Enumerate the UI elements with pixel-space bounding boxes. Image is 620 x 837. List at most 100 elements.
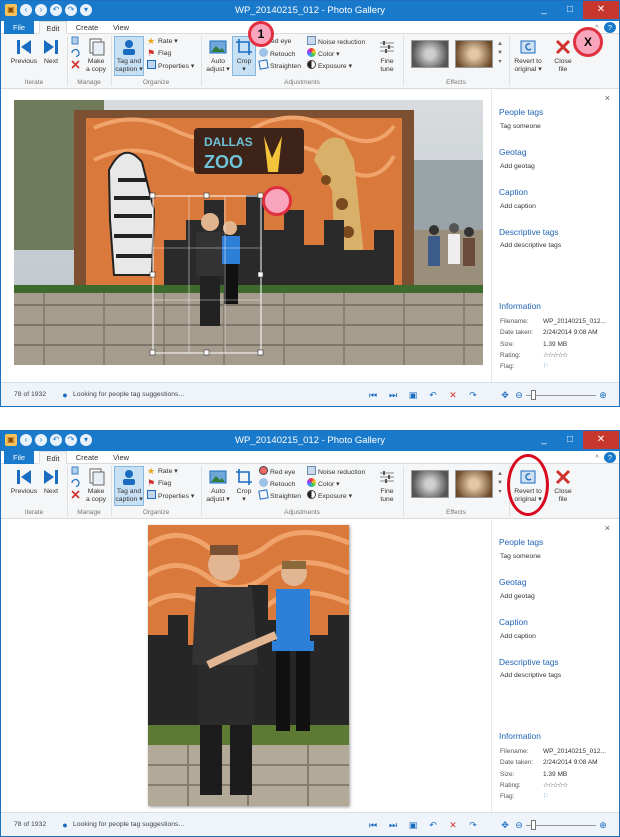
flag-toggle[interactable]: ⚐ <box>543 792 549 800</box>
tab-file[interactable]: File <box>4 21 34 34</box>
delete-button[interactable] <box>71 60 82 72</box>
delete-small-icon[interactable]: ✕ <box>447 389 459 401</box>
minimize-button[interactable]: _ <box>531 431 557 449</box>
previous-small-icon[interactable]: ⏭ <box>387 389 399 401</box>
effect-thumbnail-sepia[interactable] <box>455 40 493 68</box>
tab-edit[interactable]: Edit <box>39 451 67 464</box>
tab-view[interactable]: View <box>107 21 135 34</box>
exposure-button[interactable]: Exposure ▾ <box>307 490 352 502</box>
make-copy-button[interactable]: Make a copy <box>85 468 107 504</box>
red-eye-button[interactable]: ed eye <box>271 36 291 48</box>
zoom-slider-knob[interactable] <box>531 390 536 400</box>
help-icon[interactable]: ? <box>604 22 616 33</box>
straighten-button[interactable]: Straighten <box>258 59 301 72</box>
tag-and-caption-button[interactable]: Tag and caption ▾ <box>114 36 144 76</box>
retouch-button[interactable]: Retouch <box>259 478 295 490</box>
previous-small-icon[interactable]: ⏭ <box>387 819 399 831</box>
add-caption-link[interactable]: Add caption <box>500 633 536 640</box>
zoom-in-icon[interactable]: ⊕ <box>597 389 609 401</box>
photo-viewer[interactable] <box>148 525 349 806</box>
properties-button[interactable]: Properties ▾ <box>147 60 194 72</box>
rating-stars[interactable]: ☆☆☆☆☆ <box>543 781 568 789</box>
close-window-button[interactable]: ✕ <box>583 1 619 19</box>
add-descriptive-tags-link[interactable]: Add descriptive tags <box>500 242 561 249</box>
auto-adjust-button[interactable]: Auto adjust ▾ <box>205 468 231 504</box>
maximize-button[interactable]: □ <box>557 1 583 19</box>
first-icon[interactable]: ⏮ <box>367 389 379 401</box>
zoom-slider-knob[interactable] <box>531 820 536 830</box>
exposure-button[interactable]: Exposure ▾ <box>307 60 352 72</box>
flag-button[interactable]: ⚑ Flag <box>147 48 171 60</box>
color-button[interactable]: Color ▾ <box>307 478 340 490</box>
first-icon[interactable]: ⏮ <box>367 819 379 831</box>
crop-button[interactable]: Crop ▾ <box>232 468 256 504</box>
slideshow-icon[interactable]: ▣ <box>407 819 419 831</box>
red-eye-button[interactable]: Red eye <box>259 466 295 478</box>
delete-small-icon[interactable]: ✕ <box>447 819 459 831</box>
fit-icon[interactable]: ✥ <box>499 819 511 831</box>
add-geotag-link[interactable]: Add geotag <box>500 593 535 600</box>
next-button[interactable]: Next <box>39 468 63 496</box>
zoom-out-icon[interactable]: ⊖ <box>513 819 525 831</box>
effects-scroll[interactable]: ▲ ▼ ▾ <box>496 40 504 68</box>
color-button[interactable]: Color ▾ <box>307 48 340 60</box>
manage-mid-icon[interactable] <box>71 478 82 490</box>
tab-file[interactable]: File <box>4 451 34 464</box>
effect-thumbnail-sepia[interactable] <box>455 470 493 498</box>
tag-someone-link[interactable]: Tag someone <box>500 123 541 130</box>
tag-someone-link[interactable]: Tag someone <box>500 553 541 560</box>
zoom-in-icon[interactable]: ⊕ <box>597 819 609 831</box>
rotate-right-icon[interactable]: ↷ <box>467 389 479 401</box>
tab-create[interactable]: Create <box>71 21 103 34</box>
rotate-left-icon[interactable]: ↶ <box>427 389 439 401</box>
rotate-left-icon[interactable]: ↶ <box>427 819 439 831</box>
manage-mid-icon[interactable] <box>71 48 82 60</box>
effect-thumbnail-vignette[interactable] <box>411 470 449 498</box>
flag-toggle[interactable]: ⚐ <box>543 362 549 370</box>
add-geotag-link[interactable]: Add geotag <box>500 163 535 170</box>
tab-edit[interactable]: Edit <box>39 21 67 34</box>
tab-create[interactable]: Create <box>71 451 103 464</box>
zoom-slider[interactable] <box>526 395 596 396</box>
manage-top-icon[interactable] <box>71 466 82 478</box>
tab-view[interactable]: View <box>107 451 135 464</box>
add-caption-link[interactable]: Add caption <box>500 203 536 210</box>
add-descriptive-tags-link[interactable]: Add descriptive tags <box>500 672 561 679</box>
zoom-slider[interactable] <box>526 825 596 826</box>
previous-button[interactable]: Previous <box>7 38 41 66</box>
rating-stars[interactable]: ☆☆☆☆☆ <box>543 351 568 359</box>
make-copy-button[interactable]: Make a copy <box>85 38 107 74</box>
noise-reduction-button[interactable]: Noise reduction <box>307 36 365 48</box>
close-window-button[interactable]: ✕ <box>583 431 619 449</box>
effect-thumbnail-vignette[interactable] <box>411 40 449 68</box>
slideshow-icon[interactable]: ▣ <box>407 389 419 401</box>
photo-viewer[interactable]: DALLAS ZOO <box>14 100 483 365</box>
rate-button[interactable]: ★ Rate ▾ <box>147 466 178 478</box>
close-panel-icon[interactable]: × <box>605 523 610 533</box>
maximize-button[interactable]: □ <box>557 431 583 449</box>
flag-button[interactable]: ⚑ Flag <box>147 478 171 490</box>
effects-scroll[interactable]: ▲ ▼ ▾ <box>496 470 504 498</box>
fit-icon[interactable]: ✥ <box>499 389 511 401</box>
fine-tune-button[interactable]: Fine tune <box>375 468 399 504</box>
properties-button[interactable]: Properties ▾ <box>147 490 194 502</box>
noise-reduction-button[interactable]: Noise reduction <box>307 466 365 478</box>
close-panel-icon[interactable]: × <box>605 93 610 103</box>
tag-and-caption-button[interactable]: Tag and caption ▾ <box>114 466 144 506</box>
straighten-button[interactable]: Straighten <box>258 489 301 502</box>
retouch-button[interactable]: Retouch <box>259 48 295 60</box>
revert-to-original-button[interactable]: Revert to original ▾ <box>511 38 545 74</box>
rate-button[interactable]: ★ Rate ▾ <box>147 36 178 48</box>
close-file-button[interactable]: Close file <box>549 468 577 504</box>
zoom-out-icon[interactable]: ⊖ <box>513 389 525 401</box>
help-icon[interactable]: ? <box>604 452 616 463</box>
delete-button[interactable] <box>71 490 82 502</box>
fine-tune-button[interactable]: Fine tune <box>375 38 399 74</box>
next-button[interactable]: Next <box>39 38 63 66</box>
rotate-right-icon[interactable]: ↷ <box>467 819 479 831</box>
collapse-ribbon-icon[interactable]: ^ <box>591 451 603 464</box>
minimize-button[interactable]: _ <box>531 1 557 19</box>
manage-top-icon[interactable] <box>71 36 82 48</box>
previous-button[interactable]: Previous <box>7 468 41 496</box>
auto-adjust-button[interactable]: Auto adjust ▾ <box>205 38 231 74</box>
